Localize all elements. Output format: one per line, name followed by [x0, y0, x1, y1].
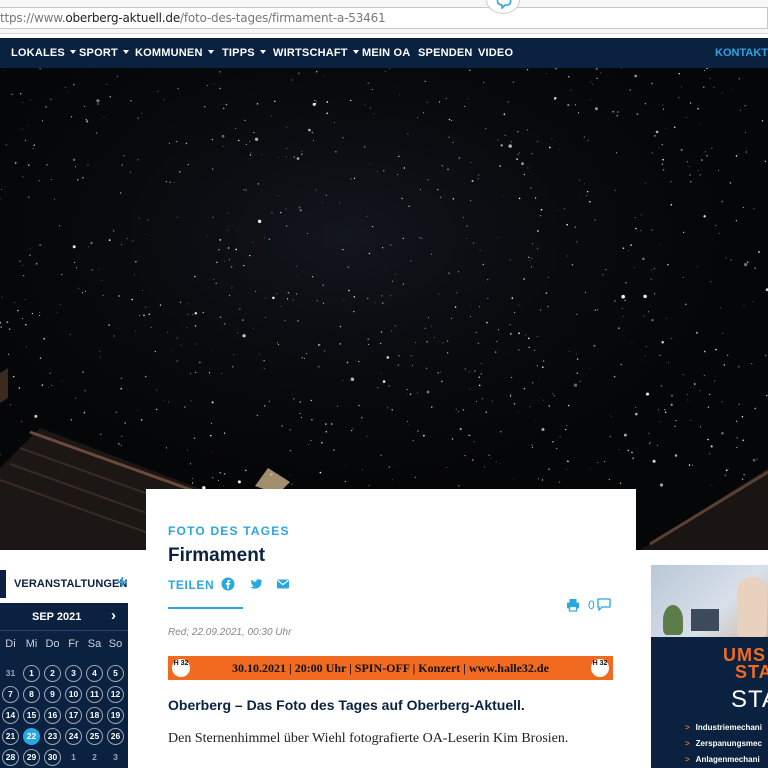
- calendar-weekday: Di: [5, 638, 16, 650]
- mail-icon[interactable]: [276, 577, 290, 591]
- calendar-day[interactable]: 8: [23, 686, 40, 703]
- print-icon[interactable]: [566, 598, 580, 612]
- events-header[interactable]: VERANSTALTUNGEN +: [0, 570, 133, 598]
- person-image: [737, 577, 767, 637]
- nav-item-wirtschaft[interactable]: WIRTSCHAFT: [273, 47, 359, 59]
- monitor-image: [691, 609, 719, 631]
- calendar-day[interactable]: 26: [107, 728, 124, 745]
- event-banner-ad[interactable]: H 32 30.10.2021 | 20:00 Uhr | SPIN-OFF |…: [168, 656, 613, 680]
- chevron-down-icon: [259, 50, 266, 54]
- calendar-day[interactable]: 28: [2, 749, 19, 766]
- nav-item-spenden[interactable]: SPENDEN: [418, 47, 473, 59]
- comment-icon[interactable]: [597, 598, 611, 611]
- calendar-weekday: Do: [45, 638, 60, 650]
- nav-item-tipps[interactable]: TIPPS: [222, 47, 266, 59]
- calendar-next-icon[interactable]: ›: [111, 607, 116, 624]
- nav-item-mein-oa[interactable]: MEIN OA: [362, 47, 410, 59]
- nav-item-lokales[interactable]: LOKALES: [11, 47, 76, 59]
- article-meta: Red; 22.09.2021, 00:30 Uhr: [168, 627, 292, 638]
- calendar-day[interactable]: 19: [107, 707, 124, 724]
- calendar-weekday: Fr: [68, 638, 79, 650]
- chevron-down-icon: [352, 50, 359, 54]
- calendar-day[interactable]: 22: [23, 728, 40, 745]
- calendar-day[interactable]: 17: [65, 707, 82, 724]
- calendar-day[interactable]: 23: [44, 728, 61, 745]
- calendar-weekday: Mi: [25, 638, 38, 650]
- arrow-icon: >: [685, 723, 690, 732]
- event-banner-text: 30.10.2021 | 20:00 Uhr | SPIN-OFF | Konz…: [232, 661, 549, 675]
- calendar-day[interactable]: 18: [86, 707, 103, 724]
- nav-item-kommunen[interactable]: KOMMUNEN: [135, 47, 214, 59]
- calendar-day[interactable]: 7: [2, 686, 19, 703]
- ad-title-line3: STA: [731, 686, 768, 713]
- calendar-day[interactable]: 3: [107, 749, 124, 766]
- article-card: FOTO DES TAGES Firmament TEILEN 0 Red; 2…: [146, 489, 636, 768]
- article-title: Firmament: [168, 545, 266, 566]
- chevron-down-icon: [69, 50, 76, 54]
- article-lead: Oberberg – Das Foto des Tages auf Oberbe…: [168, 697, 525, 713]
- nav-item-video[interactable]: VIDEO: [478, 47, 513, 59]
- calendar-day[interactable]: 15: [23, 707, 40, 724]
- main-navigation: LOKALES SPORT KOMMUNEN TIPPS WIRTSCHAFT …: [0, 38, 768, 68]
- comment-count[interactable]: 0: [588, 598, 595, 612]
- night-sky-image: [0, 68, 768, 550]
- ad-title-line2: STA: [735, 662, 768, 682]
- url-text[interactable]: ttps://www.oberberg-aktuell.de/foto-des-…: [0, 11, 386, 25]
- facebook-icon[interactable]: [221, 577, 235, 591]
- calendar-weekday: Sa: [87, 638, 102, 650]
- nav-item-kontakt[interactable]: KONTAKT: [715, 47, 768, 59]
- calendar-day[interactable]: 30: [44, 749, 61, 766]
- calendar-day[interactable]: 2: [86, 749, 103, 766]
- browser-toolbar: ttps://www.oberberg-aktuell.de/foto-des-…: [0, 0, 768, 34]
- calendar-day[interactable]: 5: [107, 665, 124, 682]
- nav-item-sport[interactable]: SPORT: [79, 47, 129, 59]
- arrow-icon: >: [685, 739, 690, 748]
- calendar-day[interactable]: 24: [65, 728, 82, 745]
- calendar-day[interactable]: 10: [65, 686, 82, 703]
- calendar-day[interactable]: 21: [2, 728, 19, 745]
- calendar-day[interactable]: 11: [86, 686, 103, 703]
- calendar-day[interactable]: 12: [107, 686, 124, 703]
- calendar-day[interactable]: 3: [65, 665, 82, 682]
- hero-photo: [0, 68, 768, 550]
- chevron-down-icon: [122, 50, 129, 54]
- calendar-day[interactable]: 1: [65, 749, 82, 766]
- calendar-day[interactable]: 31: [2, 665, 19, 682]
- calendar-day[interactable]: 4: [86, 665, 103, 682]
- calendar-day[interactable]: 29: [23, 749, 40, 766]
- calendar-day[interactable]: 9: [44, 686, 61, 703]
- calendar-day[interactable]: 25: [86, 728, 103, 745]
- calendar-day[interactable]: 14: [2, 707, 19, 724]
- calendar-month: SEP 2021: [32, 611, 82, 623]
- events-label: VERANSTALTUNGEN: [14, 578, 128, 590]
- calendar-day[interactable]: 2: [44, 665, 61, 682]
- address-bar[interactable]: ttps://www.oberberg-aktuell.de/foto-des-…: [0, 7, 768, 29]
- calendar-weekday: So: [108, 638, 123, 650]
- add-event-icon[interactable]: +: [117, 572, 128, 593]
- share-label: TEILEN: [168, 578, 215, 592]
- twitter-icon[interactable]: [249, 577, 263, 591]
- plant-image: [663, 605, 683, 635]
- ad-list-item: > Zerspanungsmec: [685, 739, 762, 748]
- sidebar-ad[interactable]: UMS STA STA >Industriemechani >Zerspanun…: [651, 565, 768, 768]
- article-body: Den Sternenhimmel über Wiehl fotografier…: [168, 731, 569, 746]
- ad-list-item: > Industriemechani: [685, 723, 762, 732]
- calendar-day[interactable]: 1: [23, 665, 40, 682]
- events-accent: [0, 570, 6, 598]
- article-kicker[interactable]: FOTO DES TAGES: [168, 524, 290, 538]
- chevron-down-icon: [207, 50, 214, 54]
- ad-list-item: > Anlagenmechani: [685, 755, 760, 764]
- arrow-icon: >: [685, 755, 690, 764]
- share-underline: [168, 607, 243, 609]
- calendar-divider: [0, 630, 128, 631]
- calendar-day[interactable]: 16: [44, 707, 61, 724]
- ad-photo: [651, 565, 768, 637]
- event-calendar: SEP 2021 › Di Mi Do Fr Sa So 31 1 2 3 4 5 7 8 9 10 11 12 1…: [0, 603, 128, 768]
- halle32-logo: H 32: [591, 659, 609, 677]
